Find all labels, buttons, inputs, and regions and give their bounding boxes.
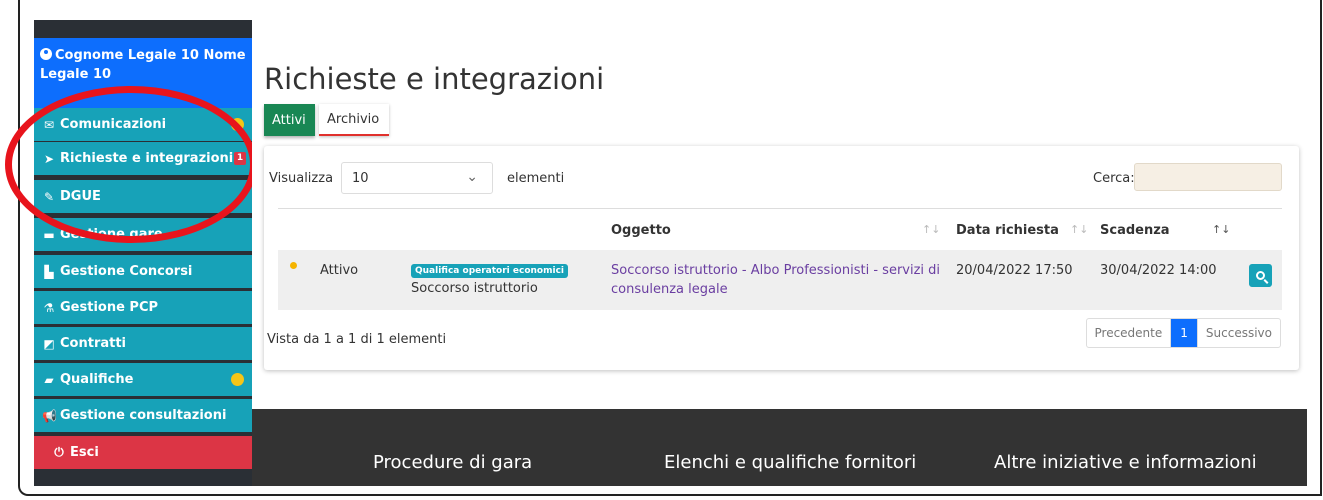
- pagination: Precedente 1 Successivo: [1085, 318, 1281, 348]
- sidebar-item-label: Qualifiche: [60, 372, 134, 387]
- footer-procedure-link[interactable]: Procedure di gara: [373, 452, 532, 473]
- user-circle-icon: [40, 48, 52, 60]
- subject-line-1: Soccorso istruttorio - Albo Professionis…: [611, 263, 941, 278]
- count-badge: 1: [234, 152, 246, 165]
- sidebar: Cognome Legale 10 Nome Legale 10 ✉ Comun…: [34, 20, 252, 486]
- chart-icon: ▙: [44, 264, 54, 279]
- table-info: Vista da 1 a 1 di 1 elementi: [267, 332, 447, 347]
- flask-icon: ⚗: [43, 300, 55, 315]
- sort-icon[interactable]: ↑↓: [922, 223, 940, 236]
- status-dot: [290, 262, 297, 269]
- footer-altre-link[interactable]: Altre iniziative e informazioni: [994, 452, 1257, 473]
- briefcase-icon: ▬: [43, 227, 55, 242]
- subject-line-2: consulenza legale: [611, 282, 728, 297]
- row-subject-link[interactable]: Soccorso istruttorio - Albo Professionis…: [611, 261, 940, 299]
- pencil-square-icon: ◩: [43, 336, 55, 351]
- page-title: Richieste e integrazioni: [264, 62, 605, 96]
- sidebar-item-label: Gestione Concorsi: [60, 264, 193, 279]
- tab-archivio[interactable]: Archivio: [319, 104, 389, 136]
- sidebar-item-label: Gestione gare: [60, 227, 163, 242]
- edit-icon: ✎: [43, 189, 55, 204]
- app-frame: Cognome Legale 10 Nome Legale 10 ✉ Comun…: [0, 0, 1323, 500]
- page-size-select[interactable]: 10 ⌄: [341, 162, 493, 194]
- sidebar-item-richieste[interactable]: ➤ Richieste e integrazioni 1: [34, 142, 252, 175]
- sort-icon[interactable]: ↑↓: [1070, 223, 1088, 236]
- tab-attivi[interactable]: Attivi: [264, 104, 315, 136]
- category-tag: Qualifica operatori economici: [411, 264, 568, 278]
- row-status: Attivo: [320, 263, 359, 278]
- sidebar-item-gestione-gare[interactable]: ▬ Gestione gare: [34, 218, 252, 251]
- sidebar-item-contratti[interactable]: ◩ Contratti: [34, 327, 252, 360]
- sidebar-item-label: Comunicazioni: [60, 117, 167, 132]
- sidebar-item-gestione-pcp[interactable]: ⚗ Gestione PCP: [34, 291, 252, 324]
- logout-button[interactable]: ⏻ Esci: [34, 436, 252, 469]
- row-request-date: 20/04/2022 17:50: [956, 263, 1073, 278]
- sidebar-item-gestione-consultazioni[interactable]: 📢 Gestione consultazioni: [34, 399, 252, 432]
- table-row: Attivo Qualifica operatori economici Soc…: [278, 250, 1282, 310]
- user-profile[interactable]: Cognome Legale 10 Nome Legale 10: [34, 38, 252, 108]
- sidebar-item-label: DGUE: [60, 189, 101, 204]
- sidebar-item-label: Gestione consultazioni: [60, 408, 227, 423]
- sidebar-item-qualifiche[interactable]: ▰ Qualifiche: [34, 363, 252, 396]
- bullhorn-icon: 📢: [42, 408, 57, 423]
- main-content: Richieste e integrazioni Attivi Archivio…: [252, 20, 1307, 486]
- row-deadline: 30/04/2022 14:00: [1100, 263, 1217, 278]
- paper-plane-icon: ➤: [43, 151, 55, 166]
- search-input[interactable]: [1134, 163, 1282, 191]
- pagination-next[interactable]: Successivo: [1196, 319, 1280, 347]
- column-header-oggetto[interactable]: Oggetto: [611, 223, 671, 238]
- notification-dot: [231, 118, 244, 131]
- sidebar-item-comunicazioni[interactable]: ✉ Comunicazioni: [34, 108, 252, 141]
- sidebar-item-dgue[interactable]: ✎ DGUE: [34, 180, 252, 213]
- folder-open-icon: ▰: [44, 372, 54, 387]
- logout-label: Esci: [70, 445, 99, 460]
- sidebar-item-gestione-concorsi[interactable]: ▙ Gestione Concorsi: [34, 255, 252, 288]
- row-type: Soccorso istruttorio: [411, 281, 538, 296]
- pagination-current[interactable]: 1: [1171, 319, 1197, 347]
- show-label: Visualizza: [269, 171, 334, 186]
- search-icon: [1256, 271, 1265, 280]
- power-icon: ⏻: [54, 445, 64, 459]
- footer: Procedure di gara Elenchi e qualifiche f…: [252, 409, 1307, 486]
- pagination-previous[interactable]: Precedente: [1087, 319, 1172, 347]
- page-size-value: 10: [352, 171, 369, 186]
- row-type-cell: Qualifica operatori economici Soccorso i…: [411, 260, 568, 298]
- user-name: Cognome Legale 10 Nome Legale 10: [40, 48, 246, 82]
- footer-elenchi-link[interactable]: Elenchi e qualifiche fornitori: [664, 452, 916, 473]
- column-header-scadenza[interactable]: Scadenza: [1100, 223, 1170, 238]
- view-button[interactable]: [1249, 264, 1272, 287]
- envelope-icon: ✉: [43, 117, 55, 132]
- table-header: Oggetto ↑↓ Data richiesta ↑↓ Scadenza ↑↓: [278, 208, 1282, 248]
- notification-dot: [231, 373, 244, 386]
- sidebar-item-label: Richieste e integrazioni: [60, 151, 234, 166]
- sort-icon[interactable]: ↑↓: [1212, 223, 1230, 236]
- search-label: Cerca:: [1093, 171, 1135, 186]
- sidebar-item-label: Contratti: [60, 336, 127, 351]
- elements-label: elementi: [507, 171, 565, 186]
- chevron-down-icon: ⌄: [466, 169, 478, 185]
- column-header-data-richiesta[interactable]: Data richiesta: [956, 223, 1059, 238]
- sidebar-item-label: Gestione PCP: [60, 300, 159, 315]
- requests-table-card: Visualizza 10 ⌄ elementi Cerca: Oggetto …: [264, 146, 1299, 370]
